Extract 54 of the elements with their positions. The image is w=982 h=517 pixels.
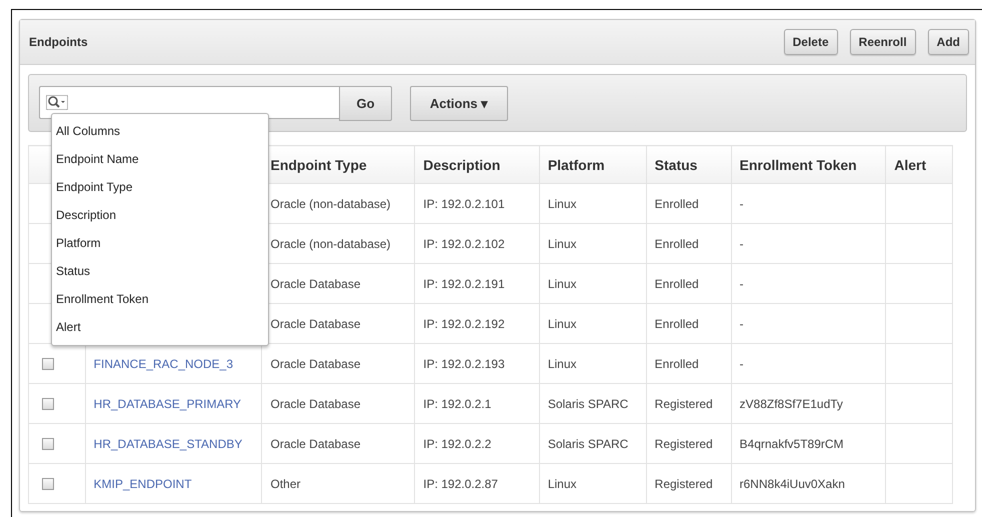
table-cell: zV88Zf8Sf7E1udTy	[731, 384, 886, 424]
table-cell: -	[731, 264, 886, 304]
column-header[interactable]: Status	[646, 146, 732, 184]
table-cell: IP: 192.0.2.2	[414, 424, 540, 464]
row-checkbox[interactable]	[42, 478, 54, 490]
table-cell: IP: 192.0.2.193	[414, 344, 540, 384]
table-cell: IP: 192.0.2.87	[414, 464, 540, 504]
table-cell: -	[731, 224, 886, 264]
table-cell: -	[731, 344, 886, 384]
table-cell: Registered	[646, 464, 732, 504]
table-cell: Linux	[539, 344, 646, 384]
table-cell: Linux	[539, 264, 646, 304]
actions-button[interactable]: Actions ▾	[410, 86, 508, 120]
go-button[interactable]: Go	[339, 86, 392, 120]
table-cell: Oracle Database	[262, 384, 415, 424]
table-cell: IP: 192.0.2.101	[414, 184, 540, 224]
table-cell: Enrolled	[646, 344, 732, 384]
table-cell: IP: 192.0.2.102	[414, 224, 540, 264]
table-cell: -	[731, 304, 886, 344]
table-cell: Enrolled	[646, 264, 732, 304]
row-checkbox[interactable]	[42, 398, 54, 410]
table-cell: B4qrnakfv5T89rCM	[731, 424, 886, 464]
table-cell: r6NN8k4iUuv0Xakn	[731, 464, 886, 504]
table-cell: Enrolled	[646, 184, 732, 224]
table-cell: IP: 192.0.2.1	[414, 384, 540, 424]
table-cell: Linux	[539, 304, 646, 344]
table-cell: Linux	[539, 184, 646, 224]
table-cell: Other	[262, 464, 415, 504]
table-cell: Linux	[539, 464, 646, 504]
row-checkbox[interactable]	[42, 358, 54, 370]
table-cell: Enrolled	[646, 224, 732, 264]
table-cell: Oracle Database	[262, 424, 415, 464]
table-cell: Solaris SPARC	[539, 424, 646, 464]
endpoint-link[interactable]: KMIP_ENDPOINT	[94, 476, 192, 490]
table-cell: Registered	[646, 384, 732, 424]
table-cell: Oracle Database	[262, 344, 415, 384]
table-cell: IP: 192.0.2.192	[414, 304, 540, 344]
reenroll-button[interactable]: Reenroll	[850, 29, 916, 55]
table-cell: Linux	[539, 224, 646, 264]
table-cell: Enrolled	[646, 304, 732, 344]
column-header[interactable]: Platform	[539, 146, 646, 184]
search-icon[interactable]	[46, 94, 68, 110]
table-cell: -	[731, 184, 886, 224]
delete-button[interactable]: Delete	[784, 29, 838, 55]
table-cell: Solaris SPARC	[539, 384, 646, 424]
table-cell: Registered	[646, 424, 732, 464]
table-cell: IP: 192.0.2.191	[414, 264, 540, 304]
column-header[interactable]: Enrollment Token	[731, 146, 886, 184]
column-header[interactable]: Alert	[886, 146, 952, 184]
row-checkbox[interactable]	[42, 438, 54, 450]
panel-title: Endpoints	[29, 35, 88, 49]
add-button[interactable]: Add	[928, 29, 969, 55]
column-header[interactable]: Description	[414, 146, 540, 184]
menu-item[interactable]: All Columns	[52, 116, 268, 144]
